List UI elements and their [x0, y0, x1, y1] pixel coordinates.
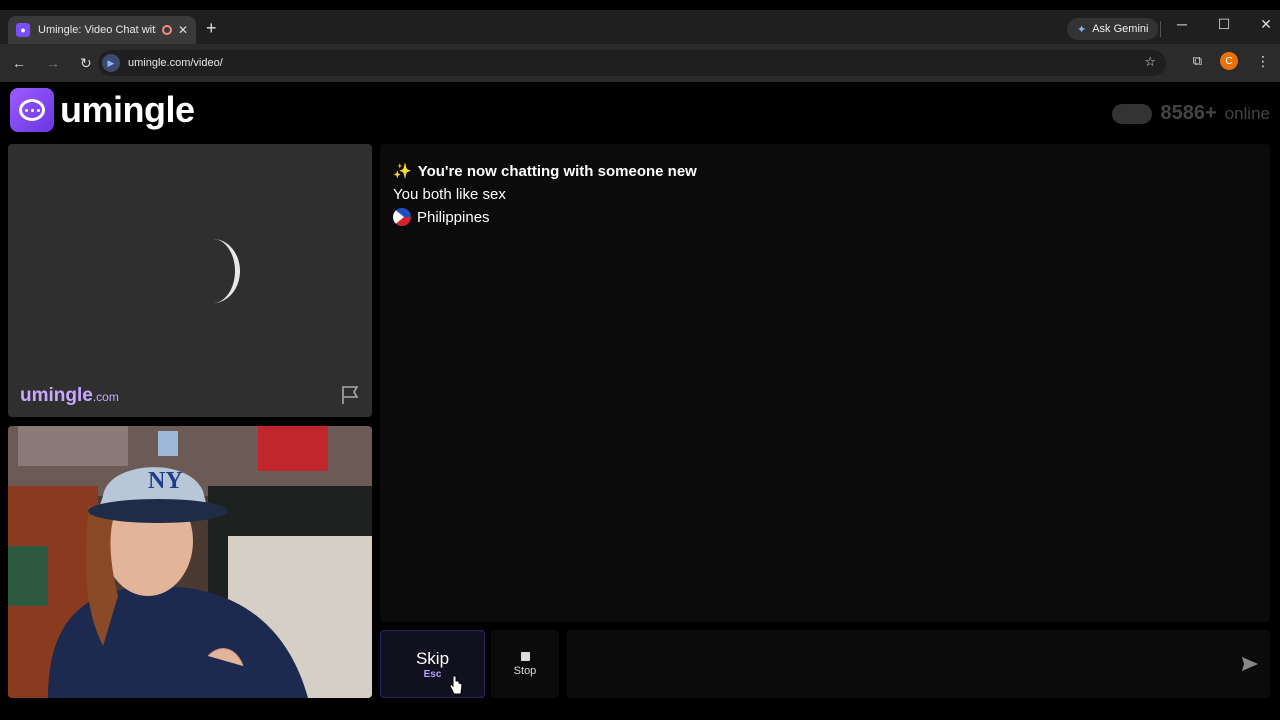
sparkles-icon: ✨ — [393, 163, 412, 180]
side-panel-icon[interactable]: ⧉ — [1193, 53, 1202, 69]
back-arrow-icon[interactable]: ← — [12, 55, 26, 72]
site-info-icon[interactable]: ▶ — [102, 54, 120, 72]
skip-label: Skip — [415, 648, 450, 668]
bookmark-star-icon[interactable]: ☆ — [1144, 54, 1156, 70]
minimize-icon[interactable]: ─ — [1174, 16, 1190, 33]
page-content: umingle 8586+ online umingle.com NY ✨ Yo… — [0, 82, 1280, 720]
site-logo[interactable]: umingle — [10, 88, 195, 132]
close-window-icon[interactable]: ✕ — [1258, 16, 1274, 33]
logo-text: umingle — [60, 89, 195, 130]
svg-text:NY: NY — [148, 468, 183, 494]
theme-toggle[interactable] — [1112, 103, 1153, 124]
common-interest-text: You both like sex — [393, 186, 506, 203]
maximize-icon[interactable]: ☐ — [1216, 16, 1232, 33]
webcam-feed-image: NY — [8, 426, 372, 698]
online-label: online — [1224, 103, 1270, 123]
forward-arrow-icon[interactable]: → — [46, 55, 60, 72]
profile-avatar[interactable]: C — [1220, 52, 1238, 70]
watermark-main: umingle — [20, 385, 93, 406]
new-chat-text: You're now chatting with someone new — [417, 162, 697, 180]
watermark-tld: .com — [92, 390, 119, 404]
skip-button[interactable]: Skip Esc — [380, 630, 485, 698]
tab-title: Umingle: Video Chat with S — [38, 24, 156, 36]
send-icon[interactable] — [1240, 654, 1260, 674]
stop-label: Stop — [513, 664, 537, 677]
stranger-video: umingle.com — [8, 144, 372, 417]
system-message-common-interest: You both like sex — [393, 186, 506, 203]
navigation-buttons: ← → ↻ — [12, 55, 92, 72]
video-watermark: umingle.com — [20, 385, 119, 407]
recording-indicator-icon — [161, 25, 172, 35]
close-tab-icon[interactable]: ✕ — [178, 23, 188, 37]
toolbar-right: ⧉ C ⋮ — [1193, 52, 1270, 70]
country-text: Philippines — [417, 208, 490, 226]
new-tab-button[interactable]: + — [206, 18, 217, 39]
message-input[interactable] — [567, 630, 1217, 698]
online-count: 8586+ — [1160, 102, 1217, 124]
self-camera-video: NY — [8, 426, 372, 698]
ask-gemini-label: Ask Gemini — [1092, 23, 1149, 35]
skip-shortcut: Esc — [423, 668, 442, 680]
menu-kebab-icon[interactable]: ⋮ — [1256, 53, 1270, 70]
chat-bubble-logo-icon — [10, 88, 54, 132]
stop-square-icon — [520, 651, 530, 661]
system-message-country: Philippines — [393, 208, 490, 226]
message-bar — [567, 630, 1270, 698]
ask-gemini-button[interactable]: ✦ Ask Gemini — [1067, 18, 1159, 40]
philippines-flag-icon — [393, 208, 411, 226]
report-flag-icon[interactable] — [340, 385, 360, 405]
stop-button[interactable]: Stop — [491, 630, 559, 698]
chat-panel: ✨ You're now chatting with someone new Y… — [380, 144, 1270, 622]
browser-tab[interactable]: ● Umingle: Video Chat with S ✕ — [8, 16, 196, 44]
window-controls: ─ ☐ ✕ — [1174, 16, 1274, 33]
loading-spinner-icon — [186, 239, 240, 303]
browser-tab-bar: ● Umingle: Video Chat with S ✕ + ✦ Ask G… — [0, 0, 1280, 44]
address-bar[interactable]: ▶ umingle.com/video/ ☆ — [98, 50, 1166, 76]
url-text[interactable]: umingle.com/video/ — [128, 57, 223, 69]
system-message-new-chat: ✨ You're now chatting with someone new — [393, 162, 697, 181]
reload-icon[interactable]: ↻ — [80, 55, 92, 72]
gemini-sparkle-icon: ✦ — [1077, 23, 1087, 36]
umingle-favicon-icon: ● — [16, 23, 30, 37]
divider — [1160, 21, 1161, 37]
hand-cursor-icon — [449, 675, 463, 695]
browser-toolbar: ← → ↻ ▶ umingle.com/video/ ☆ ⧉ C ⋮ — [0, 44, 1280, 82]
online-indicator: 8586+ online — [1112, 102, 1270, 125]
